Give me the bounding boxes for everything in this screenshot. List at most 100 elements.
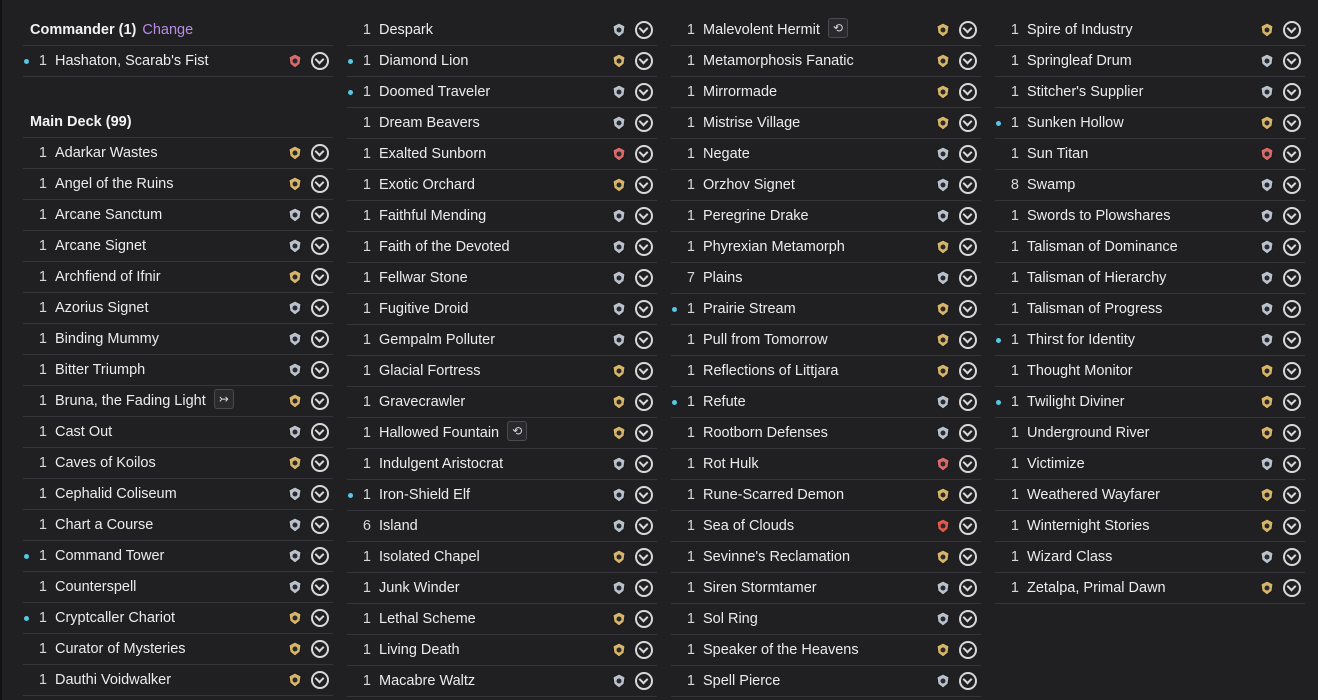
card-row[interactable]: 1 Despark: [347, 15, 657, 46]
card-menu-chevron-icon[interactable]: [1283, 207, 1301, 225]
card-menu-chevron-icon[interactable]: [959, 455, 977, 473]
card-name[interactable]: Sol Ring: [703, 604, 758, 634]
card-menu-chevron-icon[interactable]: [959, 52, 977, 70]
card-name[interactable]: Doomed Traveler: [379, 77, 490, 107]
card-name[interactable]: Chart a Course: [55, 510, 153, 540]
card-row[interactable]: 1 Hallowed Fountain ⟲: [347, 418, 657, 449]
card-menu-chevron-icon[interactable]: [1283, 393, 1301, 411]
card-menu-chevron-icon[interactable]: [311, 547, 329, 565]
card-row[interactable]: 1 Rootborn Defenses: [671, 418, 981, 449]
card-row[interactable]: 1 Talisman of Progress: [995, 294, 1305, 325]
card-name[interactable]: Swamp: [1027, 170, 1075, 200]
card-row[interactable]: 1 Exotic Orchard: [347, 170, 657, 201]
card-menu-chevron-icon[interactable]: [1283, 300, 1301, 318]
card-name[interactable]: Siren Stormtamer: [703, 573, 817, 603]
card-menu-chevron-icon[interactable]: [1283, 486, 1301, 504]
card-row[interactable]: 1 Spell Pierce: [671, 666, 981, 697]
card-name[interactable]: Cryptcaller Chariot: [55, 603, 175, 633]
card-menu-chevron-icon[interactable]: [959, 579, 977, 597]
card-row[interactable]: 1 Weathered Wayfarer: [995, 480, 1305, 511]
card-name[interactable]: Pull from Tomorrow: [703, 325, 828, 355]
card-name[interactable]: Living Death: [379, 635, 460, 665]
card-row[interactable]: 1 Junk Winder: [347, 573, 657, 604]
card-menu-chevron-icon[interactable]: [311, 52, 329, 70]
card-row[interactable]: 1 Spire of Industry: [995, 15, 1305, 46]
card-row[interactable]: 1 Gempalm Polluter: [347, 325, 657, 356]
card-menu-chevron-icon[interactable]: [311, 640, 329, 658]
card-menu-chevron-icon[interactable]: [635, 176, 653, 194]
card-name[interactable]: Metamorphosis Fanatic: [703, 46, 854, 76]
card-name[interactable]: Junk Winder: [379, 573, 460, 603]
card-name[interactable]: Bitter Triumph: [55, 355, 145, 385]
card-menu-chevron-icon[interactable]: [635, 83, 653, 101]
card-name[interactable]: Wizard Class: [1027, 542, 1112, 572]
card-name[interactable]: Dauthi Voidwalker: [55, 665, 171, 695]
card-menu-chevron-icon[interactable]: [635, 300, 653, 318]
card-row[interactable]: 1 Chart a Course: [23, 510, 333, 541]
card-row[interactable]: 1 Refute: [671, 387, 981, 418]
card-name[interactable]: Refute: [703, 387, 746, 417]
card-menu-chevron-icon[interactable]: [1283, 238, 1301, 256]
card-row[interactable]: 1 Fellwar Stone: [347, 263, 657, 294]
card-row[interactable]: 1 Thought Monitor: [995, 356, 1305, 387]
card-menu-chevron-icon[interactable]: [959, 486, 977, 504]
card-menu-chevron-icon[interactable]: [311, 206, 329, 224]
card-row[interactable]: 1 Glacial Fortress: [347, 356, 657, 387]
card-menu-chevron-icon[interactable]: [959, 238, 977, 256]
card-menu-chevron-icon[interactable]: [635, 486, 653, 504]
card-name[interactable]: Curator of Mysteries: [55, 634, 186, 664]
card-name[interactable]: Phyrexian Metamorph: [703, 232, 845, 262]
card-row[interactable]: 1 Talisman of Dominance: [995, 232, 1305, 263]
card-row[interactable]: 1 Sol Ring: [671, 604, 981, 635]
card-menu-chevron-icon[interactable]: [311, 392, 329, 410]
card-row[interactable]: 1 Faithful Mending: [347, 201, 657, 232]
card-name[interactable]: Cephalid Coliseum: [55, 479, 177, 509]
card-name[interactable]: Thirst for Identity: [1027, 325, 1135, 355]
card-row[interactable]: 1 Counterspell: [23, 572, 333, 603]
card-name[interactable]: Thought Monitor: [1027, 356, 1133, 386]
card-row[interactable]: 1 Winternight Stories: [995, 511, 1305, 542]
card-name[interactable]: Despark: [379, 15, 433, 45]
card-menu-chevron-icon[interactable]: [635, 455, 653, 473]
card-row[interactable]: 1 Pull from Tomorrow: [671, 325, 981, 356]
card-menu-chevron-icon[interactable]: [959, 300, 977, 318]
card-menu-chevron-icon[interactable]: [1283, 331, 1301, 349]
card-row[interactable]: 1 Springleaf Drum: [995, 46, 1305, 77]
card-row[interactable]: 1 Mistrise Village: [671, 108, 981, 139]
card-name[interactable]: Sunken Hollow: [1027, 108, 1124, 138]
card-row[interactable]: 1 Twilight Diviner: [995, 387, 1305, 418]
card-menu-chevron-icon[interactable]: [311, 671, 329, 689]
card-menu-chevron-icon[interactable]: [635, 424, 653, 442]
card-menu-chevron-icon[interactable]: [1283, 455, 1301, 473]
card-menu-chevron-icon[interactable]: [1283, 517, 1301, 535]
card-row[interactable]: 8 Swamp: [995, 170, 1305, 201]
card-menu-chevron-icon[interactable]: [1283, 362, 1301, 380]
card-name[interactable]: Speaker of the Heavens: [703, 635, 859, 665]
card-name[interactable]: Gravecrawler: [379, 387, 465, 417]
card-row[interactable]: 1 Malevolent Hermit ⟲: [671, 15, 981, 46]
card-row[interactable]: 1 Sevinne's Reclamation: [671, 542, 981, 573]
card-name[interactable]: Plains: [703, 263, 743, 293]
card-name[interactable]: Macabre Waltz: [379, 666, 475, 696]
card-name[interactable]: Counterspell: [55, 572, 136, 602]
card-menu-chevron-icon[interactable]: [959, 362, 977, 380]
card-menu-chevron-icon[interactable]: [635, 672, 653, 690]
card-row[interactable]: 1 Orzhov Signet: [671, 170, 981, 201]
card-row[interactable]: 1 Swords to Plowshares: [995, 201, 1305, 232]
card-menu-chevron-icon[interactable]: [1283, 21, 1301, 39]
card-row[interactable]: 1 Living Death: [347, 635, 657, 666]
card-row[interactable]: 1 Phyrexian Metamorph: [671, 232, 981, 263]
card-row[interactable]: 1 Stitcher's Supplier: [995, 77, 1305, 108]
card-name[interactable]: Lethal Scheme: [379, 604, 476, 634]
card-row[interactable]: 1 Speaker of the Heavens: [671, 635, 981, 666]
card-row[interactable]: 1 Dauthi Voidwalker: [23, 665, 333, 696]
card-menu-chevron-icon[interactable]: [959, 672, 977, 690]
card-row[interactable]: 1 Indulgent Aristocrat: [347, 449, 657, 480]
card-row[interactable]: 1 Sunken Hollow: [995, 108, 1305, 139]
card-name[interactable]: Weathered Wayfarer: [1027, 480, 1160, 510]
card-name[interactable]: Spire of Industry: [1027, 15, 1133, 45]
card-menu-chevron-icon[interactable]: [959, 548, 977, 566]
card-row[interactable]: 1 Bruna, the Fading Light ↣: [23, 386, 333, 417]
card-row[interactable]: 1 Hashaton, Scarab's Fist: [23, 46, 333, 77]
card-row[interactable]: 1 Gravecrawler: [347, 387, 657, 418]
